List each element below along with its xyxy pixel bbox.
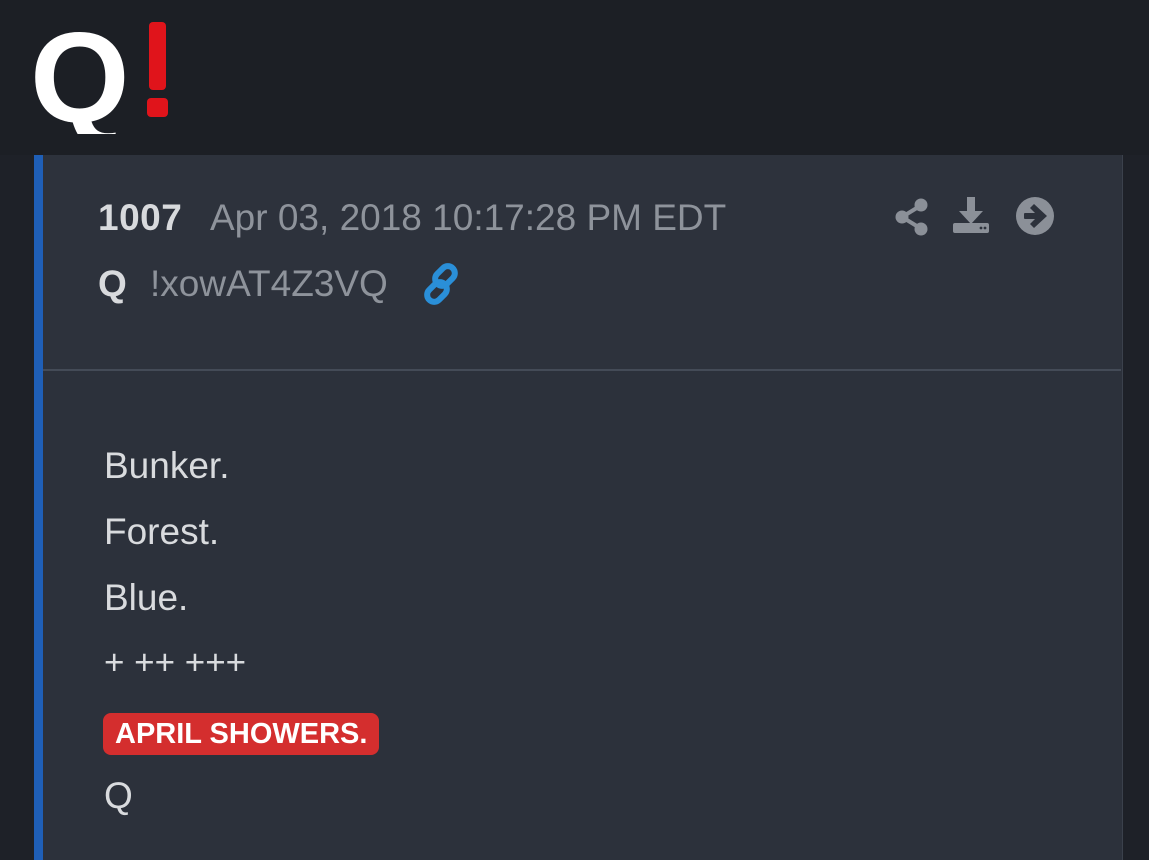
share-icon[interactable] xyxy=(892,197,932,237)
post-card: 1007 Apr 03, 2018 10:17:28 PM EDT Q !xow… xyxy=(34,155,1123,860)
logo-exclaim-bar xyxy=(149,22,166,90)
top-bar: Q xyxy=(0,0,1149,156)
post-header: 1007 Apr 03, 2018 10:17:28 PM EDT Q !xow… xyxy=(43,155,1121,371)
logo-exclaim-dot xyxy=(147,98,168,117)
highlight-badge: APRIL SHOWERS. xyxy=(103,713,380,755)
download-icon[interactable] xyxy=(951,195,991,235)
post-line-3: Blue. xyxy=(104,577,189,618)
post-line-1: Bunker. xyxy=(104,445,230,486)
post-line-2: Forest. xyxy=(104,511,220,552)
logo-q: Q xyxy=(30,14,130,134)
post-tripcode: !xowAT4Z3VQ xyxy=(150,263,388,304)
post-date: Apr 03, 2018 10:17:28 PM EDT xyxy=(210,197,727,238)
post-number[interactable]: 1007 xyxy=(98,197,182,239)
post-signature: Q xyxy=(104,775,133,816)
site-logo[interactable]: Q xyxy=(30,14,180,134)
link-icon[interactable] xyxy=(422,262,466,306)
post-accent-bar xyxy=(34,155,43,860)
post-author: Q xyxy=(98,263,127,304)
arrow-right-circle-icon[interactable] xyxy=(1015,196,1055,236)
post-line-4: + ++ +++ xyxy=(104,643,247,682)
